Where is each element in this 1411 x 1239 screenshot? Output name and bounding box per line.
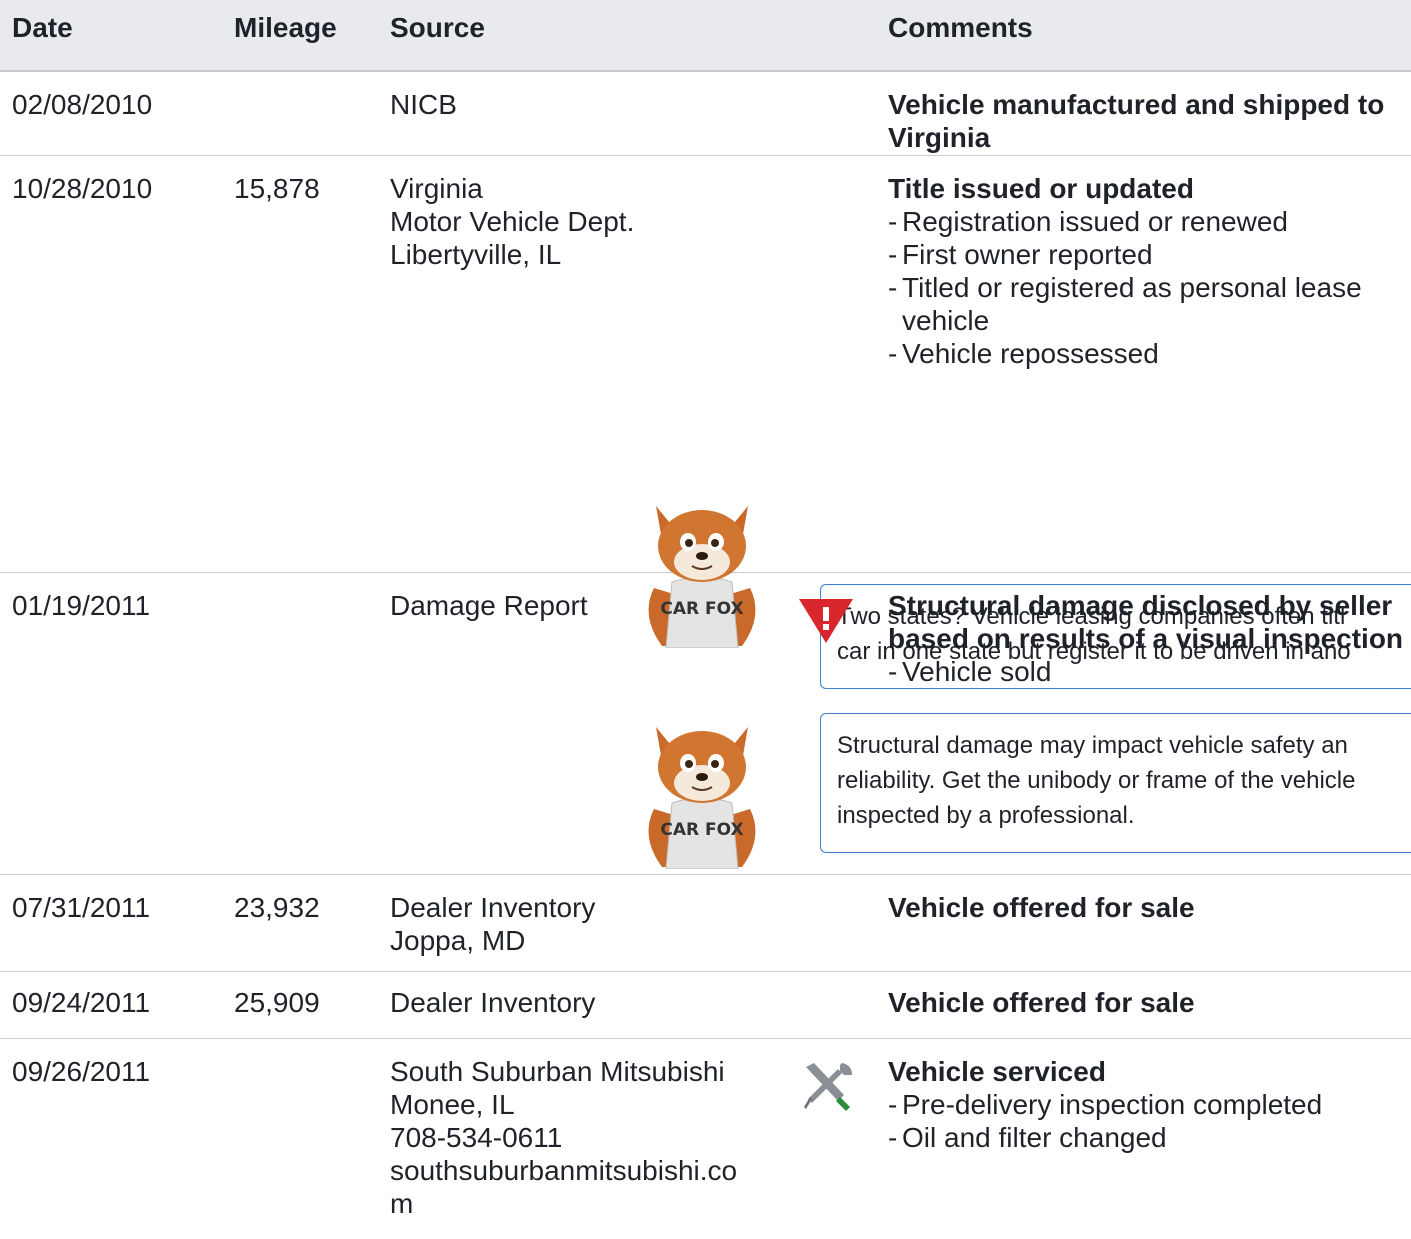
comment-title-line: Structural damage disclosed by seller [888,590,1393,621]
comment-title-line: Vehicle manufactured and shipped to [888,89,1385,120]
source-line: Damage Report [390,590,588,621]
row-date: 07/31/2011 [12,892,151,923]
source-line: South Suburban Mitsubishi [390,1056,725,1087]
row-date: 02/08/2010 [12,89,153,120]
source-line: Dealer Inventory [390,987,596,1018]
comment-detail-continued: vehicle [902,305,990,336]
comment-detail: - Pre-delivery inspection completed [888,1089,1323,1120]
source-line: Joppa, MD [390,925,526,956]
table-row: 02/08/2010 NICB Vehicle manufactured and… [0,72,1411,156]
source-line: Monee, IL [390,1089,515,1120]
table-header: Date Mileage Source Comments [0,0,1411,72]
row-source: Dealer Inventory Joppa, MD [390,891,790,957]
row-comments: Vehicle serviced - Pre-delivery inspectio… [888,1055,1411,1154]
comment-detail: - Registration issued or renewed [888,206,1288,237]
source-website[interactable]: southsuburbanmitsubishi.co [390,1154,790,1187]
source-line: 708-534-0611 [390,1122,563,1153]
vehicle-history-table: Date Mileage Source Comments 02/08/2010 … [0,0,1411,1239]
header-date: Date [12,12,73,43]
row-comment-title: Vehicle manufactured and shipped to Virg… [888,88,1411,154]
tools-icon [804,1063,852,1111]
tip-line: reliability. Get the unibody or frame of… [837,767,1356,794]
tip-line: inspected by a professional. [837,802,1135,829]
comment-title: Vehicle serviced [888,1056,1106,1087]
row-date: 09/26/2011 [12,1056,151,1087]
table-row: 07/31/2011 23,932 Dealer Inventory Joppa… [0,875,1411,972]
source-line: NICB [390,89,457,120]
row-mileage: 23,932 [234,892,320,923]
comment-title-line: Vehicle offered for sale [888,892,1195,923]
comment-detail: - Vehicle sold [888,656,1052,687]
comment-title-line: based on results of a visual inspection [888,623,1404,654]
comment-detail: - Titled or registered as personal lease [888,272,1362,303]
row-date: 10/28/2010 [12,173,153,204]
row-date: 01/19/2011 [12,590,151,621]
row-source: South Suburban Mitsubishi Monee, IL 708-… [390,1055,790,1220]
table-row: 01/19/2011 Damage Report Structural dama… [0,573,1411,875]
header-mileage: Mileage [234,12,337,43]
row-comments: Title issued or updated - Registration is… [888,172,1411,370]
header-comments: Comments [888,12,1033,43]
carfox-tip-box: Structural damage may impact vehicle saf… [820,713,1411,853]
table-row: 09/24/2011 25,909 Dealer Inventory Vehic… [0,972,1411,1039]
header-source: Source [390,12,485,43]
alert-triangle-icon [799,599,853,643]
row-mileage: 15,878 [234,173,320,204]
comment-detail: - Vehicle repossessed [888,338,1159,369]
comment-title: Title issued or updated [888,173,1194,204]
row-source: Damage Report [390,589,790,622]
row-mileage: 25,909 [234,987,320,1018]
comment-title-line: Virginia [888,122,991,153]
row-source: Virginia Motor Vehicle Dept. Libertyvill… [390,172,790,271]
row-source: Dealer Inventory [390,986,790,1019]
source-line: Virginia [390,173,483,204]
row-date: 09/24/2011 [12,987,151,1018]
table-row: 10/28/2010 15,878 Virginia Motor Vehicle… [0,156,1411,689]
carfox-mascot: CAR FOX [648,727,756,869]
tip-line: Structural damage may impact vehicle saf… [837,732,1348,759]
source-line: Dealer Inventory [390,892,596,923]
source-website-continued[interactable]: m [390,1187,790,1220]
comment-title-line: Vehicle offered for sale [888,987,1195,1018]
source-line: Motor Vehicle Dept. [390,206,635,237]
fox-shirt-text: CAR FOX [660,820,743,840]
row-comment-title: Vehicle offered for sale [888,986,1411,1019]
comment-detail: - First owner reported [888,239,1153,270]
row-source: NICB [390,88,790,121]
row-comment-title: Vehicle offered for sale [888,891,1411,924]
row-comments: Structural damage disclosed by seller ba… [888,589,1411,688]
source-line: Libertyville, IL [390,239,562,270]
table-row: 09/26/2011 South Suburban Mitsubishi Mon… [0,1039,1411,1239]
comment-detail: - Oil and filter changed [888,1122,1167,1153]
